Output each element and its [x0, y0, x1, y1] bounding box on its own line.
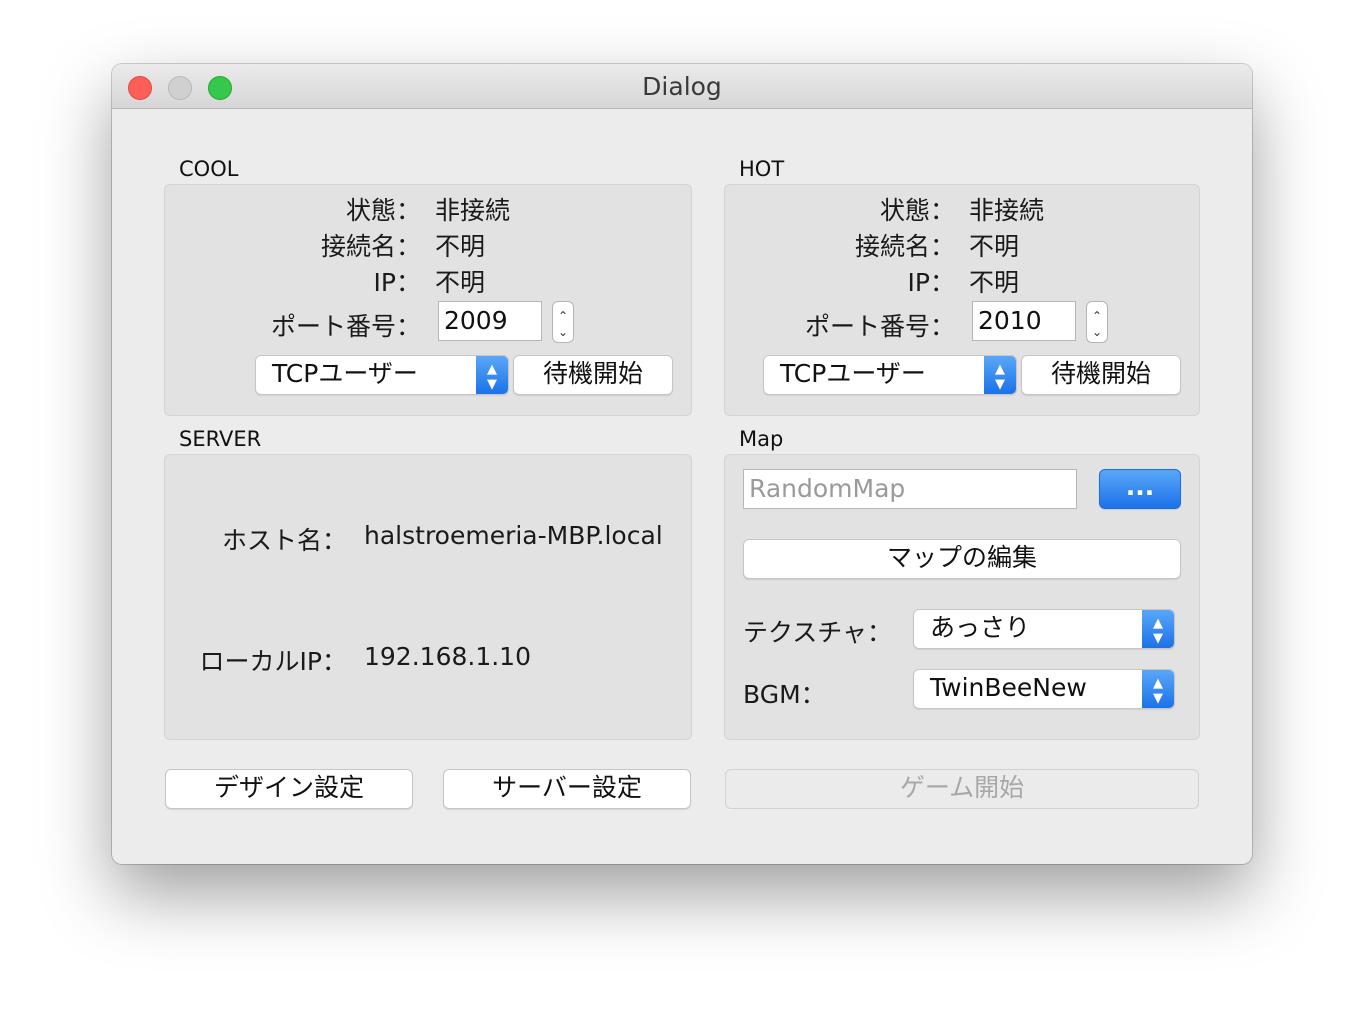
- browse-map-button[interactable]: ...: [1099, 469, 1181, 509]
- stepper-down-icon[interactable]: ⌄: [553, 326, 573, 338]
- cool-port-label: ポート番号：: [270, 312, 421, 341]
- local-ip-value: 192.168.1.10: [364, 642, 531, 671]
- cool-ip-label: IP：: [373, 268, 421, 297]
- chevron-updown-icon: ▲ ▼: [1142, 610, 1174, 648]
- cool-user-type-value: TCPユーザー: [272, 359, 418, 388]
- host-name-label: ホスト名：: [221, 526, 347, 555]
- hot-status-label: 状態：: [879, 196, 955, 225]
- cool-status-label: 状態：: [345, 196, 421, 225]
- cool-conn-value: 不明: [435, 232, 486, 261]
- bgm-select[interactable]: TwinBeeNew ▲ ▼: [913, 669, 1175, 709]
- chevron-updown-icon: ▲ ▼: [984, 356, 1016, 394]
- server-settings-button[interactable]: サーバー設定: [443, 769, 691, 809]
- hot-port-input[interactable]: 2010: [972, 301, 1076, 341]
- hot-ip-value: 不明: [969, 268, 1020, 297]
- title-bar[interactable]: Dialog: [112, 64, 1252, 109]
- hot-user-type-select[interactable]: TCPユーザー ▲ ▼: [763, 355, 1017, 395]
- cool-start-wait-button[interactable]: 待機開始: [513, 355, 673, 395]
- cool-conn-label: 接続名：: [320, 232, 421, 261]
- chevron-updown-icon: ▲ ▼: [1142, 670, 1174, 708]
- map-group-label: Map: [739, 427, 784, 451]
- map-file-input[interactable]: RandomMap: [743, 469, 1077, 509]
- start-game-button[interactable]: ゲーム開始: [725, 769, 1199, 809]
- hot-group-label: HOT: [739, 157, 785, 181]
- edit-map-button[interactable]: マップの編集: [743, 539, 1181, 579]
- chevron-updown-icon: ▲ ▼: [476, 356, 508, 394]
- hot-port-stepper[interactable]: ⌃ ⌄: [1086, 301, 1108, 343]
- hot-ip-label: IP：: [907, 268, 955, 297]
- server-group-label: SERVER: [179, 427, 262, 451]
- host-name-value: halstroemeria-MBP.local: [364, 521, 663, 550]
- hot-status-value: 非接続: [969, 196, 1045, 225]
- hot-conn-value: 不明: [969, 232, 1020, 261]
- window-title: Dialog: [642, 72, 722, 101]
- map-group-box: RandomMap ... マップの編集 テクスチャ： あっさり ▲ ▼ BGM：…: [724, 454, 1200, 740]
- cool-port-stepper[interactable]: ⌃ ⌄: [552, 301, 574, 343]
- hot-group-box: 状態： 非接続 接続名： 不明 IP： 不明 ポート番号： 2010 ⌃ ⌄ T…: [724, 184, 1200, 416]
- cool-user-type-select[interactable]: TCPユーザー ▲ ▼: [255, 355, 509, 395]
- bgm-label: BGM：: [743, 680, 826, 709]
- texture-select[interactable]: あっさり ▲ ▼: [913, 609, 1175, 649]
- stepper-up-icon[interactable]: ⌃: [1087, 310, 1107, 322]
- local-ip-label: ローカルIP：: [199, 647, 347, 676]
- texture-label: テクスチャ：: [743, 618, 893, 647]
- cool-group-box: 状態： 非接続 接続名： 不明 IP： 不明 ポート番号： 2009 ⌃ ⌄ T…: [164, 184, 692, 416]
- design-settings-button[interactable]: デザイン設定: [165, 769, 413, 809]
- cool-status-value: 非接続: [435, 196, 511, 225]
- hot-conn-label: 接続名：: [854, 232, 955, 261]
- texture-value: あっさり: [930, 613, 1031, 642]
- cool-group-label: COOL: [179, 157, 239, 181]
- dialog-window: Dialog COOL 状態： 非接続 接続名： 不明 IP： 不明 ポート番号…: [112, 64, 1252, 864]
- cool-port-input[interactable]: 2009: [438, 301, 542, 341]
- hot-start-wait-button[interactable]: 待機開始: [1021, 355, 1181, 395]
- stepper-up-icon[interactable]: ⌃: [553, 310, 573, 322]
- cool-ip-value: 不明: [435, 268, 486, 297]
- bgm-value: TwinBeeNew: [930, 673, 1087, 702]
- hot-port-label: ポート番号：: [804, 312, 955, 341]
- stepper-down-icon[interactable]: ⌄: [1087, 326, 1107, 338]
- hot-user-type-value: TCPユーザー: [780, 359, 926, 388]
- server-group-box: ホスト名： halstroemeria-MBP.local ローカルIP： 19…: [164, 454, 692, 740]
